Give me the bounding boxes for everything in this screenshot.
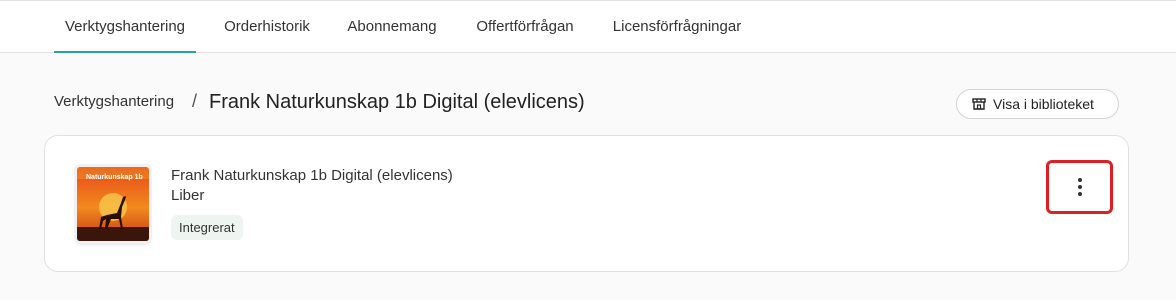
book-cover-image: Naturkunskap 1b — [77, 167, 149, 241]
top-tab-bar: Verktygshantering Orderhistorik Abonnema… — [0, 0, 1176, 53]
tab-label: Licensförfrågningar — [612, 18, 742, 35]
breadcrumb-separator: / — [192, 91, 198, 111]
product-card: Naturkunskap 1b Frank Naturkunskap 1b Di… — [44, 135, 1129, 272]
tab-orderhistorik[interactable]: Orderhistorik — [216, 1, 318, 52]
page-title: Frank Naturkunskap 1b Digital (elevlicen… — [209, 91, 585, 113]
store-icon — [971, 96, 987, 112]
more-options-button[interactable] — [1046, 160, 1113, 214]
tab-label: Offertförfrågan — [476, 18, 574, 35]
tab-licensforfragningar[interactable]: Licensförfrågningar — [604, 1, 750, 52]
breadcrumb-root-link[interactable]: Verktygshantering — [54, 93, 174, 110]
show-in-library-button[interactable]: Visa i biblioteket — [956, 89, 1119, 119]
tab-label: Orderhistorik — [224, 18, 310, 35]
more-vertical-icon — [1077, 178, 1082, 196]
product-publisher: Liber — [171, 187, 205, 204]
tab-offertforfragan[interactable]: Offertförfrågan — [466, 1, 584, 52]
show-in-library-label: Visa i biblioteket — [993, 96, 1094, 112]
product-title: Frank Naturkunskap 1b Digital (elevlicen… — [171, 167, 453, 184]
tab-verktygshantering[interactable]: Verktygshantering — [54, 1, 196, 53]
tab-label: Verktygshantering — [64, 18, 186, 35]
tab-label: Abonnemang — [347, 18, 437, 35]
tab-abonnemang[interactable]: Abonnemang — [338, 1, 446, 52]
cover-title: Naturkunskap 1b — [86, 174, 143, 181]
status-badge: Integrerat — [171, 215, 243, 240]
